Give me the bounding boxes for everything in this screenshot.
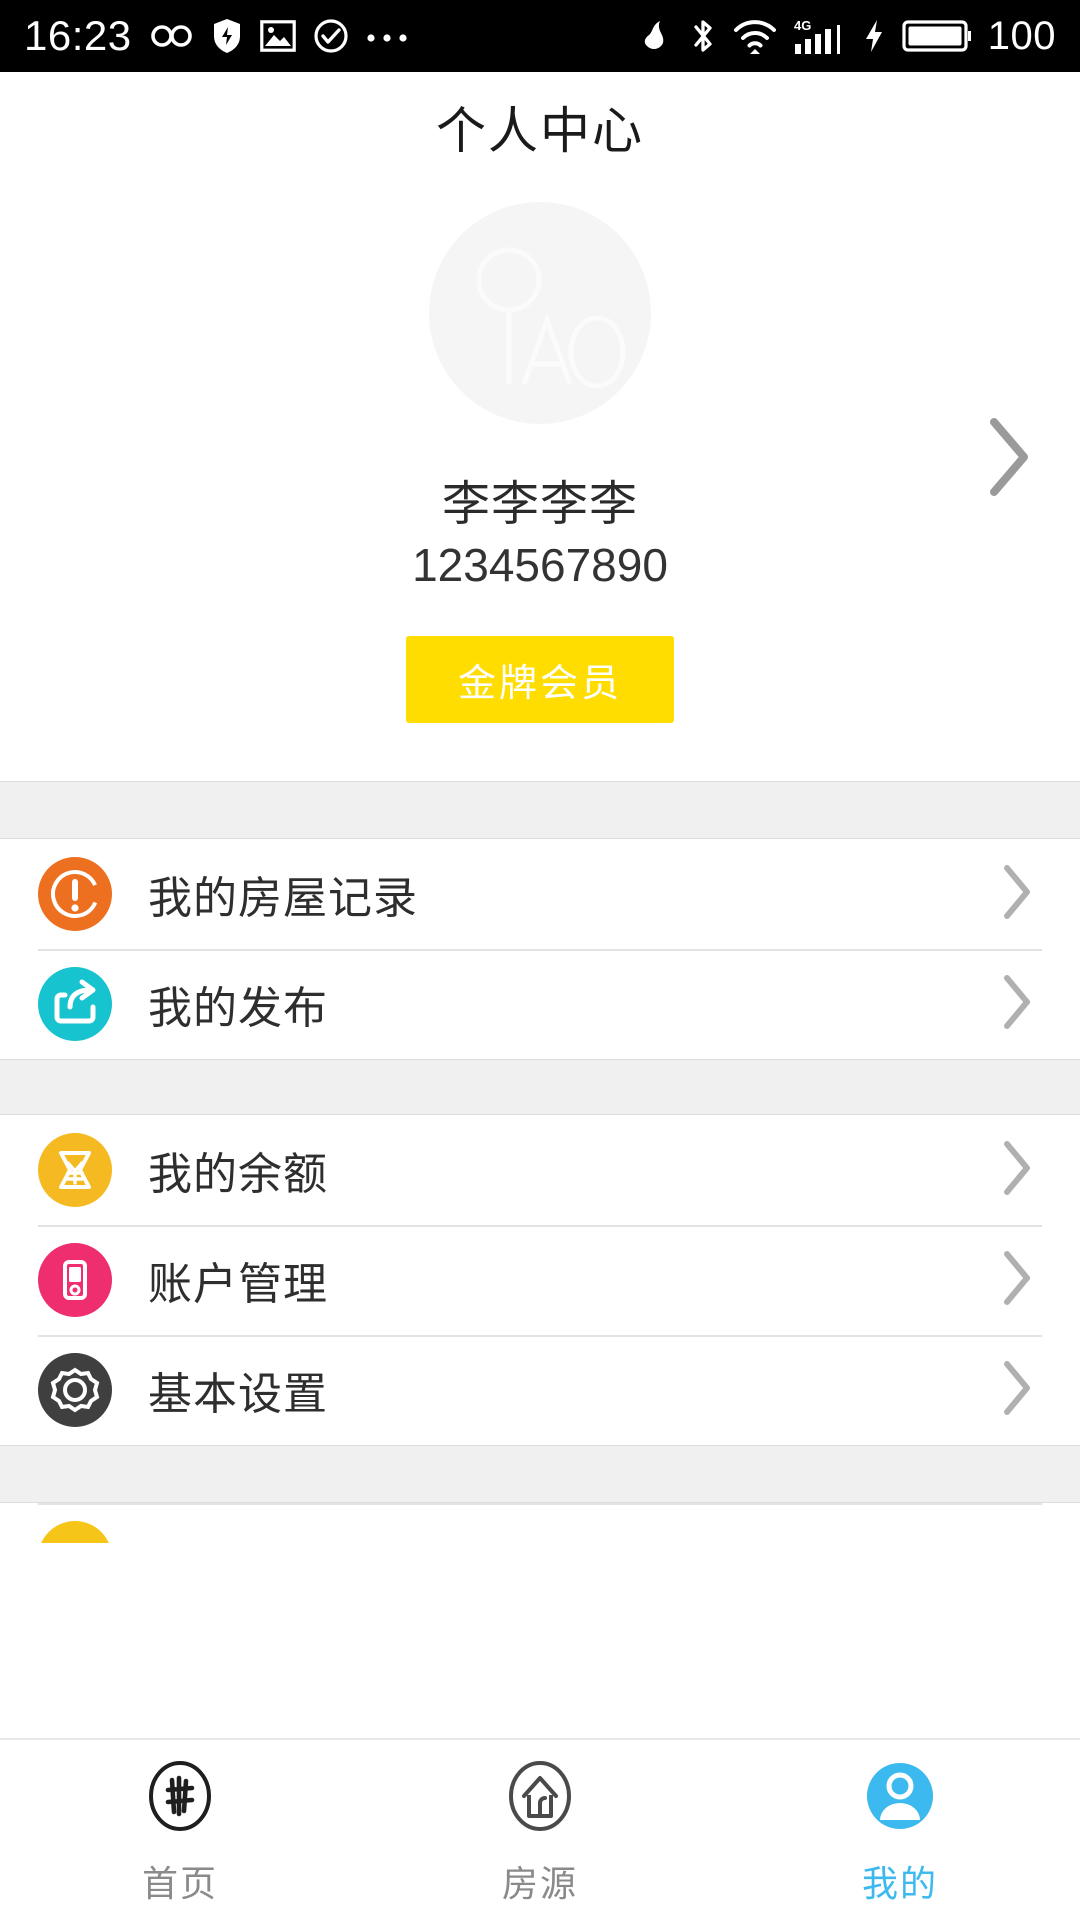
user-circle-icon	[858, 1754, 942, 1843]
menu-item-account-management[interactable]: 账户管理	[0, 1225, 1080, 1335]
avatar[interactable]	[429, 202, 651, 424]
tab-home[interactable]: 首页	[0, 1754, 360, 1907]
tab-label: 首页	[141, 1862, 218, 1904]
section-divider-1	[0, 781, 1080, 839]
mute-icon	[642, 18, 674, 54]
avatar-logo-icon	[476, 247, 626, 389]
bluetooth-icon	[690, 17, 716, 55]
menu-item-my-posts[interactable]: 我的发布	[0, 949, 1080, 1059]
house-circle-icon	[498, 1754, 582, 1843]
tab-label: 房源	[501, 1862, 578, 1904]
menu-item-basic-settings[interactable]: 基本设置	[0, 1335, 1080, 1445]
chevron-right-icon	[996, 1136, 1036, 1205]
partial-yellow-icon	[38, 1521, 112, 1543]
chevron-right-icon	[996, 970, 1036, 1039]
menu-group-2: 我的余额 账户管理 基本设置	[0, 1115, 1080, 1445]
membership-badge[interactable]: 金牌会员	[405, 636, 674, 723]
status-bar-left: 16:23	[24, 12, 408, 60]
tab-label: 我的	[861, 1862, 938, 1904]
alert-circle-icon	[38, 857, 112, 931]
tab-listings[interactable]: 房源	[360, 1754, 720, 1907]
profile-card[interactable]: 李李李李 1234567890 金牌会员	[0, 182, 1080, 781]
tab-mine[interactable]: 我的	[720, 1754, 1080, 1907]
mobile-phone-icon	[38, 1243, 112, 1317]
home-logo-icon	[138, 1754, 222, 1843]
menu-item-label: 我的房屋记录	[148, 874, 418, 923]
chevron-right-icon	[996, 860, 1036, 929]
status-bar: 16:23 4G 100	[0, 0, 1080, 72]
share-export-icon	[38, 967, 112, 1041]
chevron-right-icon	[996, 1246, 1036, 1315]
charging-bolt-icon	[862, 18, 886, 54]
image-icon	[259, 20, 296, 52]
gear-icon	[38, 1353, 112, 1427]
menu-item-label: 基本设置	[148, 1370, 328, 1419]
chevron-right-icon[interactable]	[980, 412, 1036, 507]
svg-text:4G: 4G	[794, 18, 811, 33]
battery-percent: 100	[987, 13, 1056, 58]
page-title: 个人中心	[436, 103, 644, 159]
check-circle-icon	[314, 19, 348, 53]
menu-item-house-records[interactable]: 我的房屋记录	[0, 839, 1080, 949]
menu-item-label: 我的余额	[148, 1150, 328, 1199]
status-bar-right: 4G 100	[642, 14, 1056, 59]
infinity-icon	[150, 20, 194, 52]
profile-phone: 1234567890	[412, 539, 668, 591]
chevron-right-icon	[996, 1356, 1036, 1425]
section-divider-2	[0, 1059, 1080, 1115]
menu-group-1: 我的房屋记录 我的发布	[0, 839, 1080, 1059]
signal-4g-icon: 4G	[794, 17, 846, 55]
battery-icon	[902, 17, 972, 55]
shield-bolt-icon	[212, 18, 242, 54]
section-divider-3	[0, 1445, 1080, 1503]
wallet-yen-icon	[38, 1133, 112, 1207]
menu-item-balance[interactable]: 我的余额	[0, 1115, 1080, 1225]
menu-item-label: 账户管理	[148, 1260, 328, 1309]
app-header: 个人中心	[0, 72, 1080, 182]
bottom-tab-bar: 首页 房源 我的	[0, 1738, 1080, 1920]
status-time: 16:23	[24, 12, 132, 59]
menu-item-label: 我的发布	[148, 984, 328, 1033]
profile-name: 李李李李	[441, 478, 638, 531]
wifi-icon	[732, 18, 778, 54]
more-dots-icon	[366, 30, 408, 42]
menu-item-partial[interactable]	[0, 1503, 1080, 1543]
